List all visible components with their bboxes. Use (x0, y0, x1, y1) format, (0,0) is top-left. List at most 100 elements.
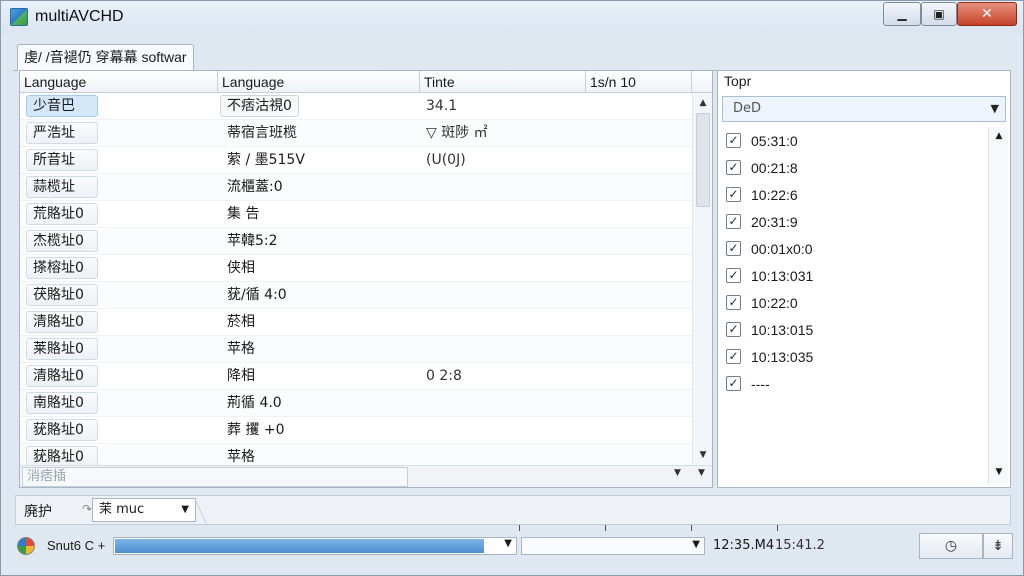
topic-select[interactable]: DeD ▼ (722, 96, 1006, 122)
mode-dropdown[interactable]: 茉 muc ▼ (92, 498, 196, 522)
language-2-pill[interactable]: 苹格 (220, 338, 262, 360)
language-2-pill[interactable]: 荊循 4.0 (220, 392, 289, 414)
column-header-time[interactable]: Tinte (420, 71, 586, 93)
checkbox[interactable]: ✓ (726, 322, 741, 337)
language-pill[interactable]: 搽榕址0 (26, 257, 98, 279)
list-item[interactable]: ✓ ---- (726, 370, 770, 397)
language-2-pill[interactable]: 不痞沽視0 (220, 95, 299, 117)
language-2-pill[interactable]: 萦 / 墨515V (220, 149, 312, 171)
language-pill[interactable]: 蒜榄址 (26, 176, 98, 198)
checkbox[interactable]: ✓ (726, 241, 741, 256)
column-header-language-2[interactable]: Language (218, 71, 420, 93)
language-pill[interactable]: 荒賂址0 (26, 203, 98, 225)
language-2-pill[interactable]: 莸/循 4:0 (220, 284, 294, 306)
list-item[interactable]: ✓ 05:31:0 (726, 127, 798, 154)
table-row[interactable]: 荒賂址0 集 告 (20, 201, 692, 228)
chapter-time-label: 10:13:031 (751, 267, 814, 284)
language-pill[interactable]: 莸賂址0 (26, 419, 98, 441)
list-item[interactable]: ✓ 00:21:8 (726, 154, 798, 181)
footer-scroll-down-icon[interactable]: ▼ (698, 468, 705, 478)
language-pill[interactable]: 茯賂址0 (26, 284, 98, 306)
language-2-pill[interactable]: 蒂宿言班榄 (220, 122, 304, 144)
maximize-button[interactable]: ▣ (921, 2, 957, 26)
language-2-pill[interactable]: 葬 攫 +0 (220, 419, 292, 441)
cell-language-2: 菸相 (220, 309, 418, 336)
list-item[interactable]: ✓ 10:13:015 (726, 316, 813, 343)
table-row[interactable]: 清賂址0 菸相 (20, 309, 692, 336)
footer-dropdown-icon[interactable]: ▼ (674, 468, 681, 478)
language-pill[interactable]: 杰榄址0 (26, 230, 98, 252)
language-pill[interactable]: 所音址 (26, 149, 98, 171)
table-row[interactable]: 清賂址0 降相 0 2:8 (20, 363, 692, 390)
language-pill[interactable]: 莱賂址0 (26, 338, 98, 360)
language-pill[interactable]: 严浩址 (26, 122, 98, 144)
table-row[interactable]: 杰榄址0 苹韓5:2 (20, 228, 692, 255)
checkbox[interactable]: ✓ (726, 187, 741, 202)
language-2-pill[interactable]: 苹韓5:2 (220, 230, 285, 252)
list-scroll-down-icon[interactable]: ▼ (989, 467, 1009, 477)
table-row[interactable]: 茯賂址0 莸/循 4:0 (20, 282, 692, 309)
table-vertical-scrollbar[interactable]: ▲ ▼ (692, 93, 712, 465)
table-row[interactable]: 所音址 萦 / 墨515V (U(0J) (20, 147, 692, 174)
checkbox[interactable]: ✓ (726, 295, 741, 310)
language-pill[interactable]: 莸賂址0 (26, 446, 98, 465)
current-time: 12:35.M4 (713, 538, 775, 553)
table-row[interactable]: 严浩址 蒂宿言班榄 ▽ 斑陟 ㎡ (20, 120, 692, 147)
table-row[interactable]: 少音巴 不痞沽視0 34.1 (20, 93, 692, 120)
list-item[interactable]: ✓ 10:22:6 (726, 181, 798, 208)
cell-language: 荒賂址0 (26, 201, 216, 228)
language-pill[interactable]: 少音巴 (26, 95, 98, 117)
list-item[interactable]: ✓ 20:31:9 (726, 208, 798, 235)
checkbox[interactable]: ✓ (726, 349, 741, 364)
table-row[interactable]: 南賂址0 荊循 4.0 (20, 390, 692, 417)
close-button[interactable]: ✕ (957, 2, 1017, 26)
table-row[interactable]: 莸賂址0 苹格 (20, 444, 692, 465)
column-header-language[interactable]: Language (20, 71, 218, 93)
page-down-button[interactable]: ⇟ (983, 533, 1013, 559)
list-scrollbar[interactable]: ▲ ▼ (988, 127, 1008, 485)
language-2-pill[interactable]: 集 告 (220, 203, 266, 225)
cell-language-2: 不痞沽視0 (220, 93, 418, 120)
language-2-pill[interactable]: 侠相 (220, 257, 262, 279)
title-bar[interactable]: multiAVCHD ▁ ▣ ✕ (1, 1, 1023, 33)
clock-button[interactable]: ◷ (919, 533, 983, 559)
table-row[interactable]: 莸賂址0 葬 攫 +0 (20, 417, 692, 444)
progress-bar[interactable]: ▼ (113, 537, 517, 555)
panel-title: Topr (724, 73, 752, 89)
list-item[interactable]: ✓ 00:01x0:0 (726, 235, 813, 262)
cell-extra (592, 282, 692, 309)
cell-extra (592, 201, 692, 228)
minimize-button[interactable]: ▁ (883, 2, 921, 26)
table-row[interactable]: 搽榕址0 侠相 (20, 255, 692, 282)
checkbox[interactable]: ✓ (726, 133, 741, 148)
scroll-up-icon[interactable]: ▲ (693, 95, 713, 111)
language-pill[interactable]: 清賂址0 (26, 365, 98, 387)
language-2-pill[interactable]: 苹格 (220, 446, 262, 465)
list-item[interactable]: ✓ 10:13:035 (726, 343, 813, 370)
column-header-extra[interactable]: 1s/n 10 (586, 71, 692, 93)
language-2-pill[interactable]: 流櫃蓋:0 (220, 176, 290, 198)
list-item[interactable]: ✓ 10:22:0 (726, 289, 798, 316)
checkbox[interactable]: ✓ (726, 160, 741, 175)
scroll-down-icon[interactable]: ▼ (693, 447, 713, 463)
secondary-dropdown[interactable]: ▼ (521, 537, 705, 555)
refresh-icon[interactable]: ↷ (82, 502, 92, 516)
language-2-pill[interactable]: 菸相 (220, 311, 262, 333)
filter-input[interactable]: 消痞插 (22, 467, 408, 487)
scrollbar-thumb[interactable] (696, 113, 710, 207)
tab-main[interactable]: 虔/ /音褪仍 穿幕幕 softwar (17, 44, 194, 71)
chapter-time-label: 00:21:8 (751, 159, 798, 176)
cell-language: 杰榄址0 (26, 228, 216, 255)
checkbox[interactable]: ✓ (726, 268, 741, 283)
language-pill[interactable]: 南賂址0 (26, 392, 98, 414)
language-2-pill[interactable]: 降相 (220, 365, 262, 387)
checkbox[interactable]: ✓ (726, 214, 741, 229)
table-row[interactable]: 莱賂址0 苹格 (20, 336, 692, 363)
language-pill[interactable]: 清賂址0 (26, 311, 98, 333)
table-row[interactable]: 蒜榄址 流櫃蓋:0 (20, 174, 692, 201)
checkbox[interactable]: ✓ (726, 376, 741, 391)
list-scroll-up-icon[interactable]: ▲ (989, 131, 1009, 141)
cell-time (426, 228, 586, 255)
cell-language-2: 蒂宿言班榄 (220, 120, 418, 147)
list-item[interactable]: ✓ 10:13:031 (726, 262, 813, 289)
